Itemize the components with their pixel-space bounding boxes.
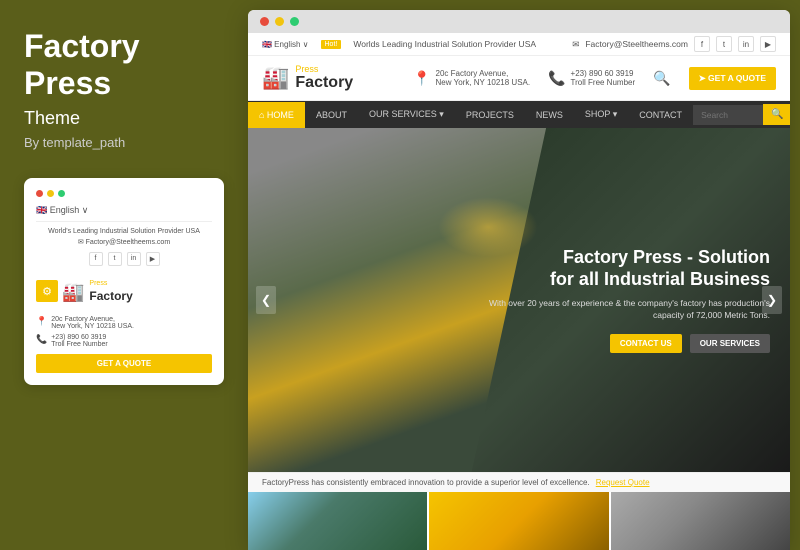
- mobile-window-controls: [36, 190, 212, 197]
- top-hot-label: Hot!: [321, 40, 342, 49]
- factory-logo-icon: 🏭: [262, 65, 289, 91]
- hero-contact-button[interactable]: CONTACT US: [610, 334, 682, 353]
- envelope-icon: ✉: [572, 39, 579, 50]
- mobile-logo-icon: 🏭: [62, 282, 84, 303]
- header-address: 📍 20c Factory Avenue,New York, NY 10218 …: [413, 69, 530, 87]
- mobile-address: 📍 20c Factory Avenue,New York, NY 10218 …: [36, 316, 212, 330]
- announcement-link[interactable]: Request Quote: [596, 478, 650, 487]
- phone-header-icon: 📞: [548, 70, 565, 87]
- nav-search-input[interactable]: [693, 105, 763, 125]
- top-email: Factory@Steeltheems.com: [585, 39, 688, 49]
- mobile-dot-yellow: [47, 190, 54, 197]
- hero-buttons: CONTACT US OUR SERVICES: [470, 334, 770, 353]
- mobile-facebook-icon[interactable]: f: [89, 252, 103, 266]
- browser-window: 🇬🇧 English ∨ Hot! Worlds Leading Industr…: [248, 10, 790, 550]
- header-search-icon[interactable]: 🔍: [653, 70, 670, 87]
- thumbnail-1[interactable]: [248, 492, 427, 550]
- hero-description: With over 20 years of experience & the c…: [470, 298, 770, 322]
- nav-projects[interactable]: PROJECTS: [455, 102, 525, 128]
- site-logo[interactable]: 🏭 Press Factory: [262, 64, 353, 92]
- header-phone-text: +23) 890 60 3919Troll Free Number: [571, 69, 636, 87]
- nav-about[interactable]: ABOUT: [305, 102, 358, 128]
- website-preview: 🇬🇧 English ∨ Hot! Worlds Leading Industr…: [248, 33, 790, 550]
- mobile-email: ✉ Factory@Steeltheems.com: [36, 238, 212, 246]
- mobile-address-text: 20c Factory Avenue,New York, NY 10218 US…: [51, 316, 134, 330]
- gear-icon: ⚙: [42, 285, 52, 298]
- left-panel: FactoryPress Theme By template_path 🇬🇧 E…: [0, 0, 248, 550]
- product-author: By template_path: [24, 135, 224, 150]
- top-language[interactable]: 🇬🇧 English ∨: [262, 40, 309, 49]
- top-info-right: ✉ Factory@Steeltheems.com f t in ▶: [572, 36, 776, 52]
- location-icon: 📍: [413, 70, 430, 87]
- mobile-logo-press: Press: [89, 280, 132, 287]
- mobile-youtube-icon[interactable]: ▶: [146, 252, 160, 266]
- nav-news[interactable]: NEWS: [525, 102, 574, 128]
- phone-icon: 📞: [36, 334, 47, 345]
- hero-prev-arrow[interactable]: ❮: [256, 286, 276, 314]
- address-icon: 📍: [36, 316, 47, 327]
- nav-contact[interactable]: CONTACT: [628, 102, 693, 128]
- top-info-left: 🇬🇧 English ∨ Hot! Worlds Leading Industr…: [262, 39, 536, 49]
- mobile-logo-text: Factory: [89, 289, 132, 303]
- top-facebook-icon[interactable]: f: [694, 36, 710, 52]
- announcement-bar: FactoryPress has consistently embraced i…: [248, 472, 790, 492]
- header-phone: 📞 +23) 890 60 3919Troll Free Number: [548, 69, 635, 87]
- hero-content: Factory Press - Solutionfor all Industri…: [470, 247, 770, 353]
- bottom-thumbnails: [248, 492, 790, 550]
- announcement-text: FactoryPress has consistently embraced i…: [262, 478, 590, 487]
- top-linkedin-icon[interactable]: in: [738, 36, 754, 52]
- logo-factory-text: Factory: [295, 74, 353, 91]
- mobile-tagline: World's Leading Industrial Solution Prov…: [36, 228, 212, 235]
- mobile-phone: 📞 +23) 890 60 3919Troll Free Number: [36, 334, 212, 348]
- logo-press-text: Press: [295, 64, 353, 74]
- thumbnail-3[interactable]: [611, 492, 790, 550]
- browser-chrome: [248, 10, 790, 33]
- hero-services-button[interactable]: OUR SERVICES: [690, 334, 770, 353]
- mobile-linkedin-icon[interactable]: in: [127, 252, 141, 266]
- top-tagline: Worlds Leading Industrial Solution Provi…: [353, 39, 536, 49]
- mobile-dot-green: [58, 190, 65, 197]
- nav-shop[interactable]: SHOP ▾: [574, 101, 628, 128]
- site-header: 🏭 Press Factory 📍 20c Factory Avenue,New…: [248, 56, 790, 101]
- product-subtitle: Theme: [24, 108, 224, 129]
- browser-maximize-button[interactable]: [290, 17, 299, 26]
- hero-title: Factory Press - Solutionfor all Industri…: [470, 247, 770, 290]
- header-contact-info: 📍 20c Factory Avenue,New York, NY 10218 …: [413, 67, 776, 90]
- nav-home[interactable]: ⌂ HOME: [248, 102, 305, 128]
- mobile-dot-red: [36, 190, 43, 197]
- mobile-gear-button[interactable]: ⚙: [36, 280, 58, 302]
- mobile-logo: 🏭 Press Factory: [62, 280, 133, 305]
- header-address-text: 20c Factory Avenue,New York, NY 10218 US…: [436, 69, 531, 87]
- browser-minimize-button[interactable]: [275, 17, 284, 26]
- header-cta-button[interactable]: ➤ GET A QUOTE: [689, 67, 776, 90]
- top-info-bar: 🇬🇧 English ∨ Hot! Worlds Leading Industr…: [248, 33, 790, 56]
- mobile-language[interactable]: 🇬🇧 English ∨: [36, 205, 88, 216]
- mobile-preview: 🇬🇧 English ∨ World's Leading Industrial …: [24, 178, 224, 385]
- nav-search-button[interactable]: 🔍: [763, 104, 790, 125]
- site-navigation: ⌂ HOME ABOUT OUR SERVICES ▾ PROJECTS NEW…: [248, 101, 790, 128]
- nav-services[interactable]: OUR SERVICES ▾: [358, 101, 455, 128]
- mobile-twitter-icon[interactable]: t: [108, 252, 122, 266]
- thumbnail-2[interactable]: [429, 492, 608, 550]
- top-youtube-icon[interactable]: ▶: [760, 36, 776, 52]
- product-title: FactoryPress: [24, 28, 224, 102]
- browser-close-button[interactable]: [260, 17, 269, 26]
- hero-section: Factory Press - Solutionfor all Industri…: [248, 128, 790, 472]
- mobile-social-row: f t in ▶: [36, 252, 212, 266]
- nav-search-area: 🔍: [693, 104, 790, 125]
- mobile-topbar: 🇬🇧 English ∨: [36, 205, 212, 222]
- top-twitter-icon[interactable]: t: [716, 36, 732, 52]
- hero-next-arrow[interactable]: ❯: [762, 286, 782, 314]
- mobile-cta-button[interactable]: GET A QUOTE: [36, 354, 212, 373]
- mobile-phone-text: +23) 890 60 3919Troll Free Number: [51, 334, 108, 348]
